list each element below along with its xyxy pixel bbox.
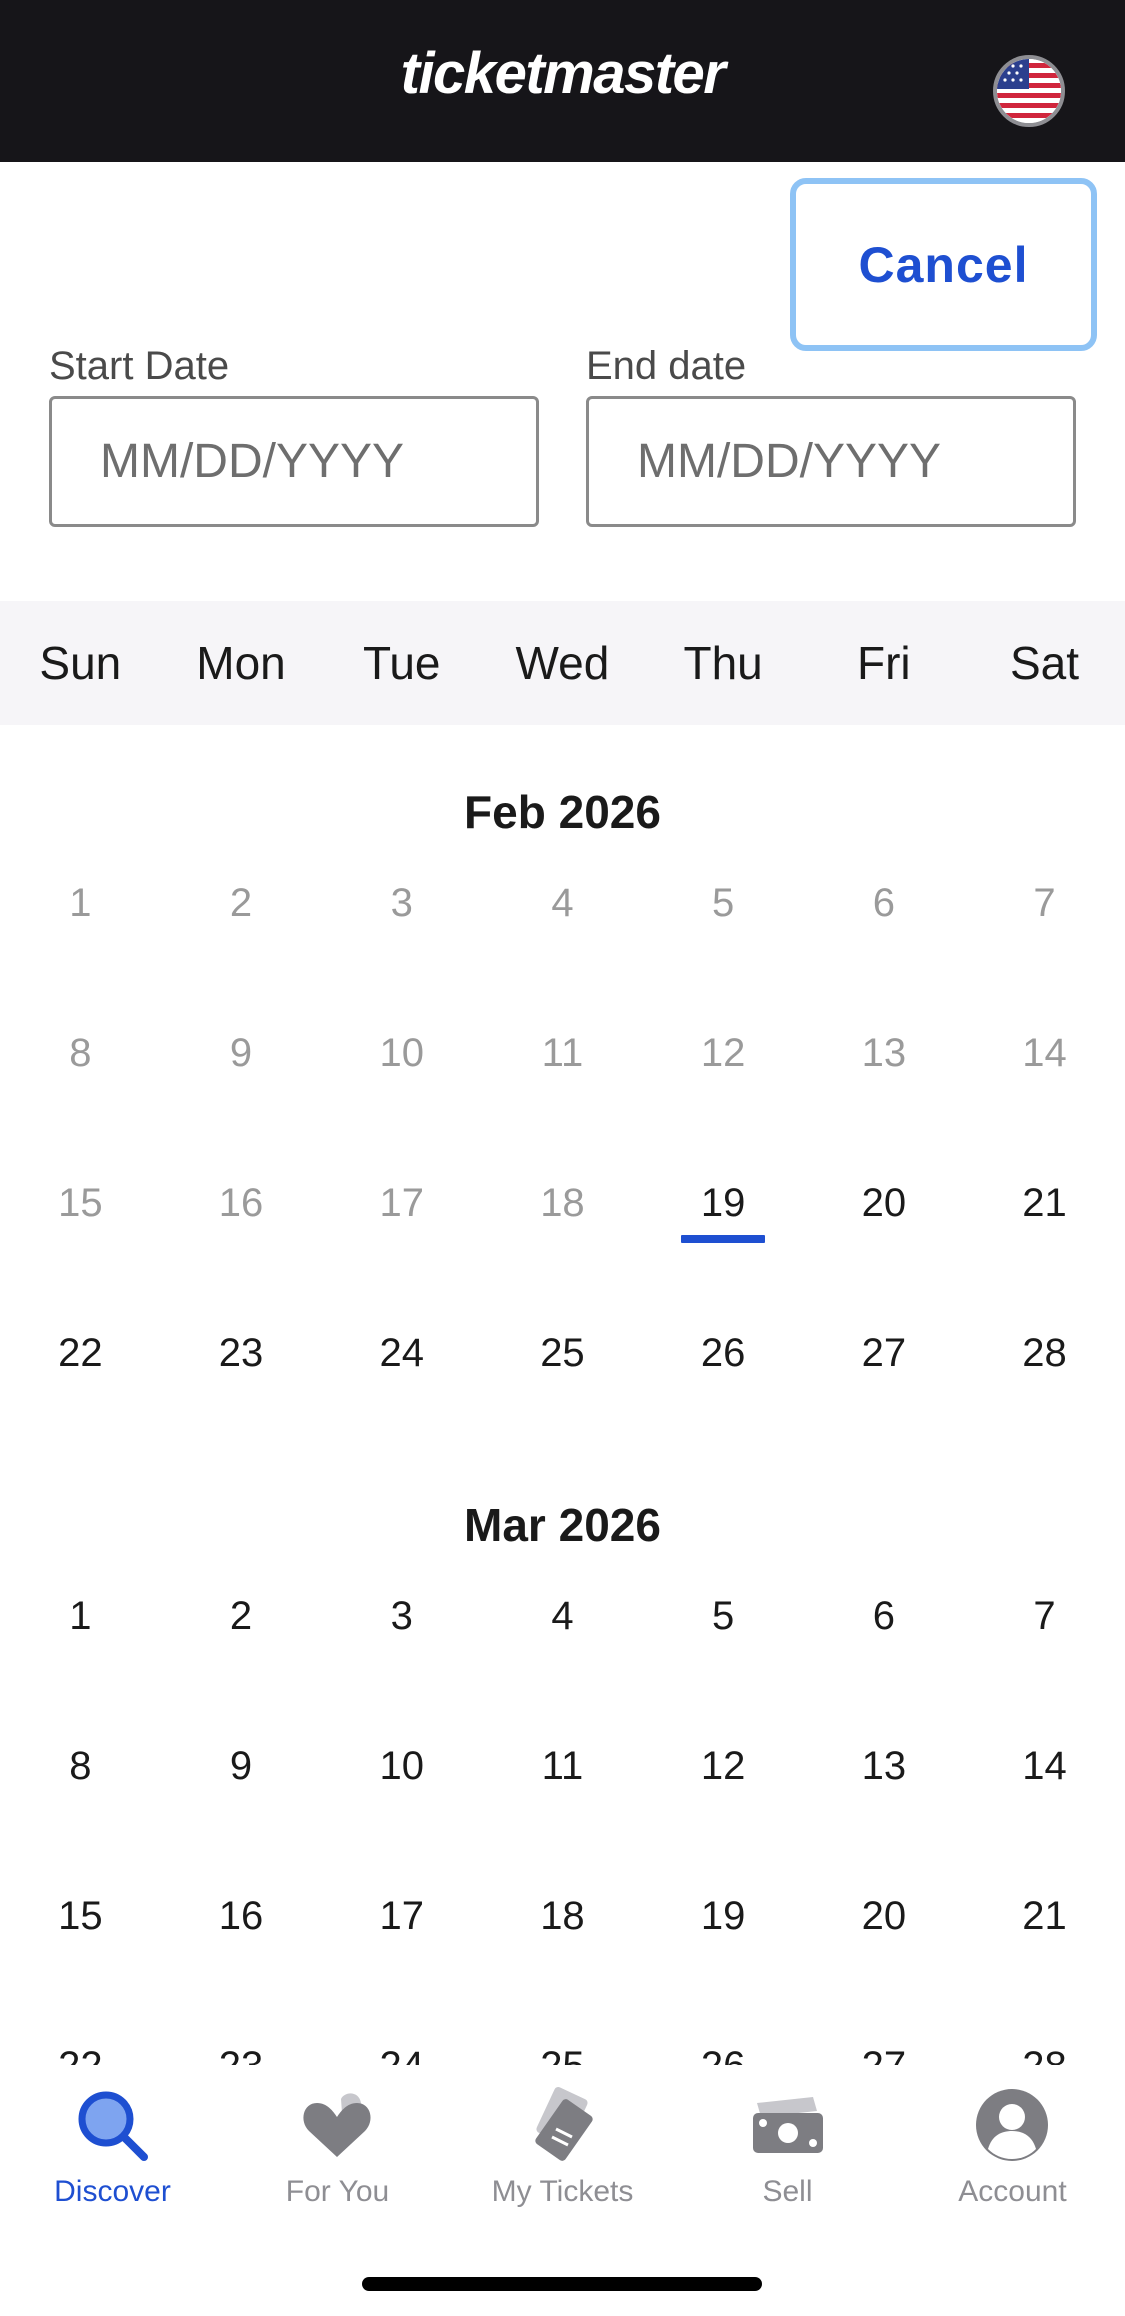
- nav-item-for-you[interactable]: For You: [225, 2065, 450, 2265]
- weekday-label: Mon: [196, 637, 286, 689]
- calendar-day[interactable]: 10: [321, 1736, 482, 1796]
- calendar-day[interactable]: 21: [964, 1886, 1125, 1946]
- end-date-label: End date: [586, 344, 747, 388]
- nav-label: My Tickets: [491, 2175, 634, 2208]
- calendar-day: 15: [58, 1181, 103, 1225]
- calendar-day[interactable]: 7: [964, 1586, 1125, 1646]
- calendar-day[interactable]: 25: [482, 1323, 643, 1383]
- calendar-day: 13: [861, 1031, 907, 1075]
- month-title: Mar 2026: [464, 1499, 661, 1551]
- search-icon: [78, 2091, 148, 2161]
- nav-item-my-tickets[interactable]: My Tickets: [450, 2065, 675, 2265]
- cancel-label: Cancel: [858, 236, 1029, 293]
- month-title: Feb 2026: [464, 786, 661, 838]
- calendar-day: 11: [541, 1031, 584, 1075]
- calendar-day[interactable]: 24: [321, 1323, 482, 1383]
- calendar-day: 8: [69, 1031, 92, 1075]
- calendar-day[interactable]: 23: [161, 2036, 322, 2065]
- tickets-icon: [535, 2087, 593, 2161]
- calendar-day[interactable]: 21: [964, 1173, 1125, 1233]
- calendar-day: 10: [379, 1031, 424, 1075]
- nav-item-sell[interactable]: Sell: [675, 2065, 900, 2265]
- us-flag-icon[interactable]: [993, 55, 1065, 127]
- nav-label: For You: [285, 2175, 390, 2208]
- calendar-day[interactable]: 19: [643, 1173, 804, 1233]
- weekday-header: Sun Mon Tue Wed Thu Fri Sat: [0, 601, 1125, 725]
- calendar-day: 7: [1033, 881, 1056, 925]
- calendar-day: 4: [551, 881, 574, 925]
- calendar-day: 1: [69, 881, 92, 925]
- calendar-day[interactable]: 25: [482, 2036, 643, 2065]
- calendar-day: 14: [1022, 1031, 1067, 1075]
- calendar-day[interactable]: 16: [161, 1886, 322, 1946]
- start-date-input[interactable]: [49, 396, 539, 527]
- hearts-icon: [303, 2093, 371, 2157]
- weekday-label: Sat: [1010, 637, 1080, 689]
- app-header: ticketmaster: [0, 0, 1125, 162]
- weekday-label: Sun: [39, 637, 122, 689]
- calendar-day: 16: [218, 1181, 264, 1225]
- calendar-day: 18: [540, 1181, 585, 1225]
- calendar-day: 5: [712, 881, 735, 925]
- calendar-day[interactable]: 3: [321, 1586, 482, 1646]
- nav-item-account[interactable]: Account: [900, 2065, 1125, 2265]
- calendar-day[interactable]: 1: [0, 1586, 161, 1646]
- calendar-day[interactable]: 9: [161, 1736, 322, 1796]
- calendar-day: 2: [229, 881, 253, 925]
- calendar-day[interactable]: 24: [321, 2036, 482, 2065]
- calendar-day[interactable]: 20: [804, 1173, 965, 1233]
- calendar-day[interactable]: 28: [964, 1323, 1125, 1383]
- weekday-label: Fri: [857, 637, 911, 689]
- start-date-label: Start Date: [49, 344, 230, 388]
- money-icon: [753, 2097, 823, 2153]
- calendar-day[interactable]: 17: [321, 1886, 482, 1946]
- calendar-day[interactable]: 4: [482, 1586, 643, 1646]
- calendar-day[interactable]: 28: [964, 2036, 1125, 2065]
- calendar-day[interactable]: 27: [804, 1323, 965, 1383]
- calendar-day[interactable]: 26: [643, 2036, 804, 2065]
- calendar-day[interactable]: 22: [0, 1323, 161, 1383]
- calendar-day[interactable]: 22: [0, 2036, 161, 2065]
- weekday-label: Tue: [362, 637, 441, 689]
- calendar-day[interactable]: 23: [161, 1323, 322, 1383]
- calendar-day[interactable]: 26: [643, 1323, 804, 1383]
- calendar-day[interactable]: 18: [482, 1886, 643, 1946]
- weekday-label: Thu: [683, 637, 763, 689]
- today-indicator: [681, 1235, 766, 1243]
- calendar-day[interactable]: 27: [804, 2036, 965, 2065]
- account-icon: [976, 2089, 1048, 2161]
- calendar-day[interactable]: 11: [482, 1736, 643, 1796]
- calendar-day[interactable]: 15: [0, 1886, 161, 1946]
- calendar-day: 9: [229, 1031, 253, 1075]
- end-date-input[interactable]: [586, 396, 1076, 527]
- calendar-day: 12: [700, 1031, 746, 1075]
- calendar-day[interactable]: 2: [161, 1586, 322, 1646]
- nav-label: Account: [958, 2175, 1067, 2208]
- nav-label: Discover: [54, 2175, 171, 2208]
- calendar-day[interactable]: 8: [0, 1736, 161, 1796]
- nav-label: Sell: [762, 2175, 813, 2208]
- calendar-day: 17: [379, 1181, 424, 1225]
- calendar-day[interactable]: 14: [964, 1736, 1125, 1796]
- home-indicator: [362, 2277, 762, 2291]
- brand-logo: ticketmaster: [400, 41, 726, 106]
- calendar-day[interactable]: 20: [804, 1886, 965, 1946]
- calendar-day[interactable]: 13: [804, 1736, 965, 1796]
- calendar-day: 6: [872, 881, 895, 925]
- calendar-day[interactable]: 19: [643, 1886, 804, 1946]
- calendar-day: 3: [390, 881, 413, 925]
- calendar-day[interactable]: 12: [643, 1736, 804, 1796]
- calendar-scroll-area[interactable]: Feb 2026 1 2 3 4 5 6 7 8 9 10 11 12 13 14 15 16 17 18 19 20 2…: [0, 725, 1125, 2065]
- cancel-button[interactable]: Cancel: [790, 178, 1097, 351]
- calendar-day[interactable]: 6: [804, 1586, 965, 1646]
- calendar-day[interactable]: 5: [643, 1586, 804, 1646]
- nav-item-discover[interactable]: Discover: [0, 2065, 225, 2265]
- weekday-label: Wed: [515, 637, 610, 689]
